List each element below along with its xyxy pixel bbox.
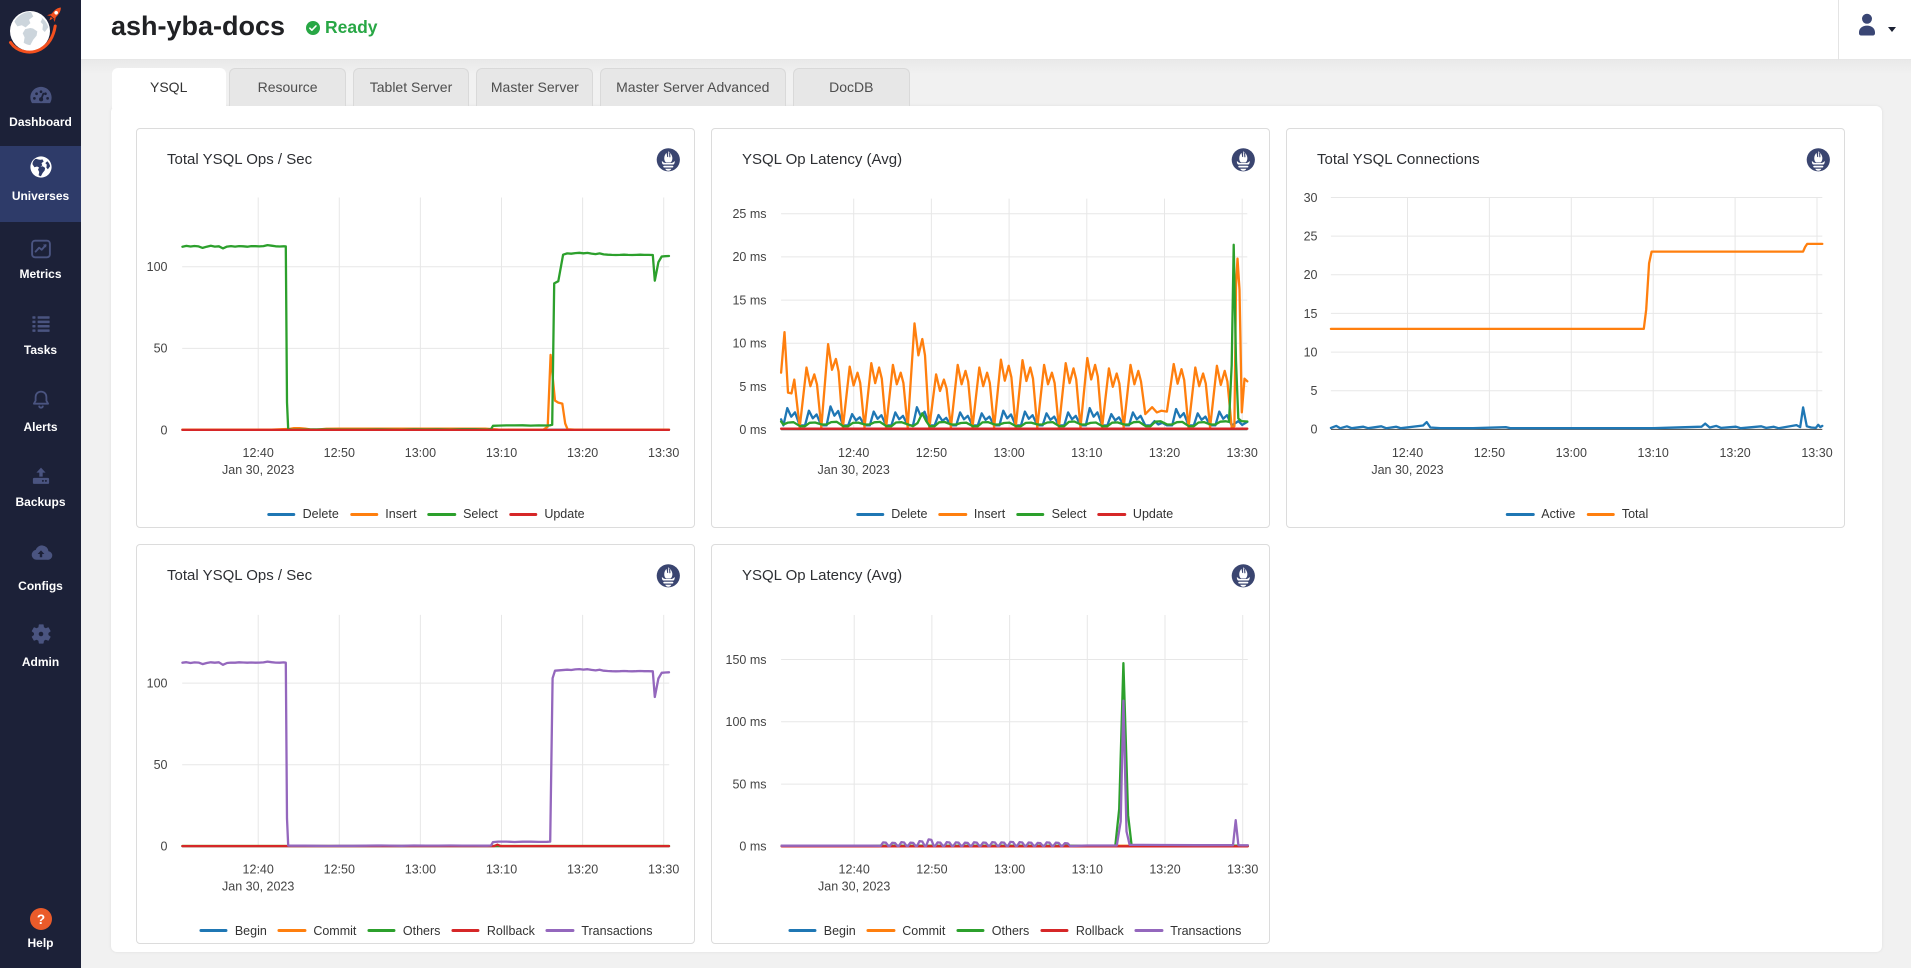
- svg-text:0: 0: [1311, 422, 1318, 436]
- svg-text:100: 100: [147, 260, 168, 274]
- svg-text:100 ms: 100 ms: [726, 715, 767, 729]
- svg-text:12:50: 12:50: [1474, 446, 1505, 460]
- svg-text:20: 20: [1304, 268, 1318, 282]
- svg-text:15 ms: 15 ms: [733, 293, 767, 307]
- svg-text:13:00: 13:00: [994, 862, 1025, 876]
- svg-text:13:10: 13:10: [1638, 446, 1669, 460]
- svg-text:12:50: 12:50: [916, 446, 947, 460]
- svg-text:13:20: 13:20: [1720, 446, 1751, 460]
- svg-text:15: 15: [1304, 306, 1318, 320]
- svg-text:150 ms: 150 ms: [726, 652, 767, 666]
- svg-text:13:30: 13:30: [1802, 446, 1833, 460]
- svg-text:Jan 30, 2023: Jan 30, 2023: [1372, 463, 1444, 477]
- svg-text:12:40: 12:40: [243, 446, 274, 460]
- svg-text:50: 50: [154, 758, 168, 772]
- svg-text:13:00: 13:00: [405, 446, 436, 460]
- svg-text:13:30: 13:30: [648, 862, 679, 876]
- svg-text:Jan 30, 2023: Jan 30, 2023: [818, 463, 890, 477]
- svg-text:20 ms: 20 ms: [733, 250, 767, 264]
- svg-text:100: 100: [147, 676, 168, 690]
- svg-text:50: 50: [154, 341, 168, 355]
- svg-text:0 ms: 0 ms: [740, 423, 767, 437]
- svg-text:12:40: 12:40: [243, 862, 274, 876]
- svg-text:12:50: 12:50: [324, 862, 355, 876]
- svg-text:12:40: 12:40: [838, 446, 869, 460]
- svg-text:13:10: 13:10: [486, 446, 517, 460]
- svg-text:50 ms: 50 ms: [733, 777, 767, 791]
- svg-text:13:30: 13:30: [648, 446, 679, 460]
- svg-text:10: 10: [1304, 345, 1318, 359]
- svg-text:13:00: 13:00: [994, 446, 1025, 460]
- svg-text:13:00: 13:00: [1556, 446, 1587, 460]
- svg-text:?: ?: [36, 912, 44, 927]
- svg-text:Total YSQL Connections: Total YSQL Connections: [1317, 151, 1480, 168]
- svg-text:13:30: 13:30: [1227, 862, 1258, 876]
- svg-text:13:20: 13:20: [567, 862, 598, 876]
- svg-text:13:20: 13:20: [1150, 862, 1181, 876]
- svg-text:5 ms: 5 ms: [740, 379, 767, 393]
- svg-text:13:10: 13:10: [1072, 862, 1103, 876]
- svg-text:Total YSQL Ops / Sec: Total YSQL Ops / Sec: [167, 151, 313, 168]
- svg-text:Jan 30, 2023: Jan 30, 2023: [222, 879, 294, 893]
- svg-text:Jan 30, 2023: Jan 30, 2023: [222, 463, 294, 477]
- svg-text:5: 5: [1311, 384, 1318, 398]
- svg-text:12:50: 12:50: [324, 446, 355, 460]
- svg-text:30: 30: [1304, 190, 1318, 204]
- svg-text:YSQL Op Latency (Avg): YSQL Op Latency (Avg): [742, 151, 902, 168]
- svg-text:12:40: 12:40: [1392, 446, 1423, 460]
- svg-text:12:40: 12:40: [839, 862, 870, 876]
- svg-text:25: 25: [1304, 229, 1318, 243]
- svg-text:YSQL Op Latency (Avg): YSQL Op Latency (Avg): [742, 567, 902, 584]
- svg-text:13:10: 13:10: [486, 862, 517, 876]
- svg-text:10 ms: 10 ms: [733, 336, 767, 350]
- svg-text:13:30: 13:30: [1227, 446, 1258, 460]
- svg-text:Total YSQL Ops / Sec: Total YSQL Ops / Sec: [167, 567, 313, 584]
- svg-text:0: 0: [161, 423, 168, 437]
- svg-text:Jan 30, 2023: Jan 30, 2023: [818, 879, 890, 893]
- svg-text:13:20: 13:20: [1149, 446, 1180, 460]
- svg-text:12:50: 12:50: [917, 862, 948, 876]
- svg-text:13:10: 13:10: [1071, 446, 1102, 460]
- svg-text:0: 0: [161, 839, 168, 853]
- svg-text:25 ms: 25 ms: [733, 207, 767, 221]
- svg-text:0 ms: 0 ms: [740, 839, 767, 853]
- svg-text:13:00: 13:00: [405, 862, 436, 876]
- svg-text:13:20: 13:20: [567, 446, 598, 460]
